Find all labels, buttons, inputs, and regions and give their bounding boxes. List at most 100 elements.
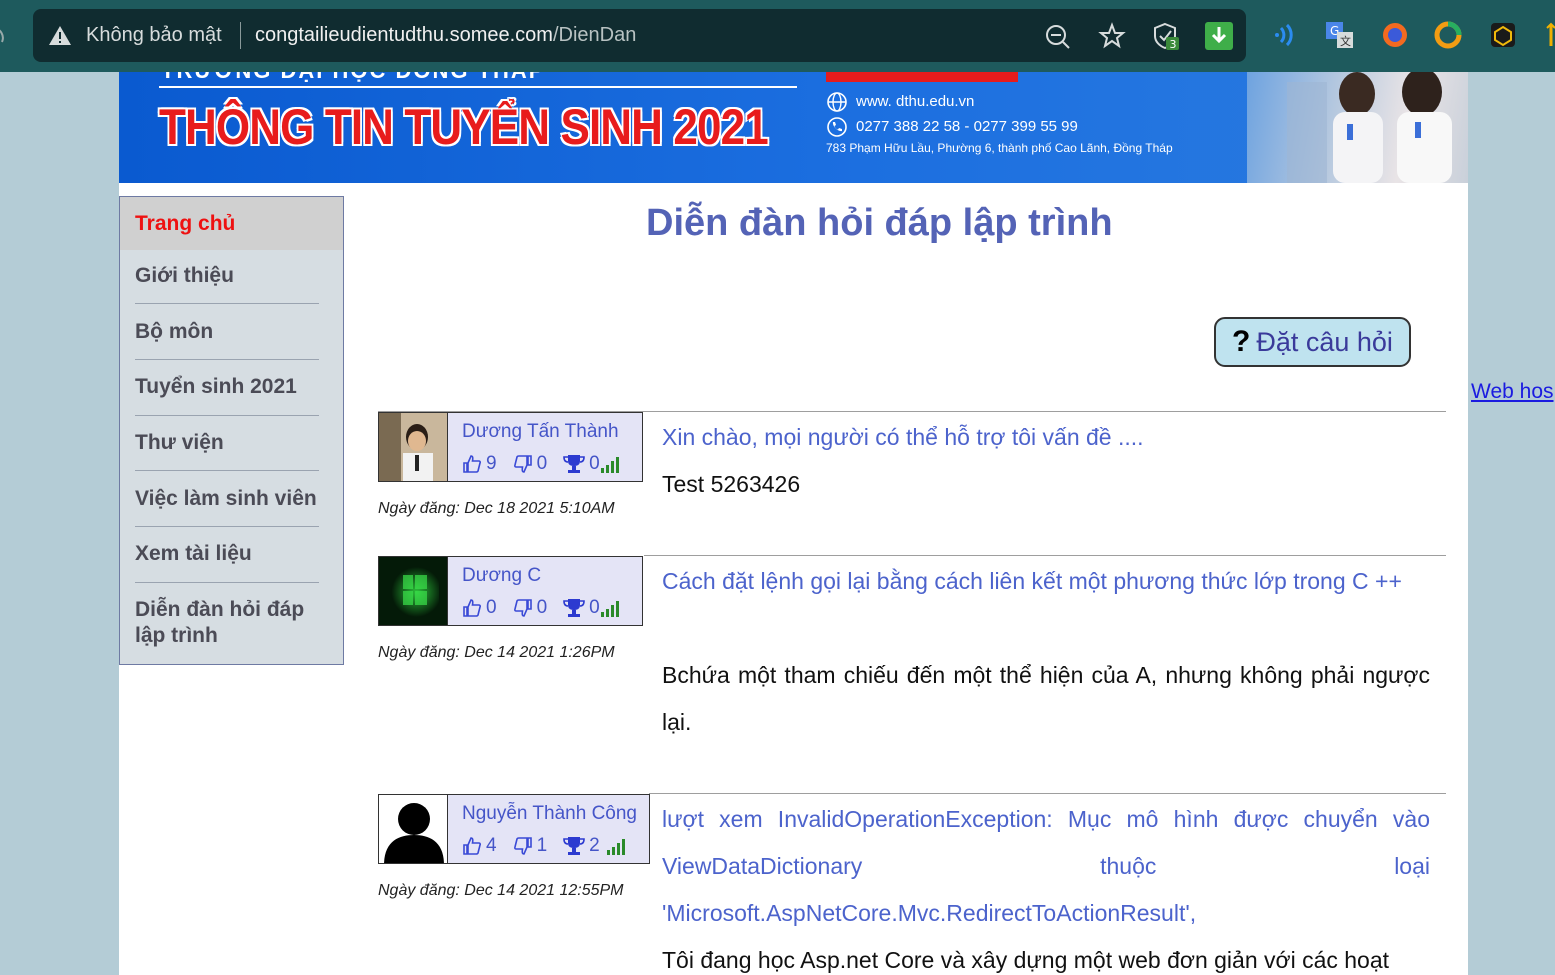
sidebar-nav: Trang chủ Giới thiệu Bộ môn Tuyển sinh 2… — [119, 196, 344, 665]
post-body: Test 5263426 — [662, 471, 801, 497]
thumbs-up-icon — [463, 599, 481, 617]
likes-count: 4 — [486, 835, 497, 856]
banner: TRƯỜNG ĐẠI HỌC ĐỒNG THÁP THÔNG TIN TUYỂN… — [119, 72, 1468, 183]
avatar[interactable] — [378, 556, 448, 626]
banner-address: 783 Phạm Hữu Lầu, Phường 6, thành phố Ca… — [826, 141, 1173, 155]
post-title[interactable]: Cách đặt lệnh gọi lại bằng cách liên kết… — [662, 558, 1430, 605]
likes-count: 0 — [486, 597, 497, 618]
author-name[interactable]: Nguyễn Thành Công — [462, 803, 637, 825]
sidebar-divider — [135, 359, 319, 360]
sidebar-divider — [135, 582, 319, 583]
banner-red-strip — [826, 72, 1018, 82]
sidebar-item-admissions[interactable]: Tuyển sinh 2021 — [120, 374, 343, 400]
shield-extension-icon[interactable]: 3 — [1151, 22, 1179, 50]
pin-extension-icon[interactable] — [1541, 20, 1555, 50]
trophy-stat: 0 — [563, 597, 626, 619]
trophy-icon — [563, 455, 585, 473]
avatar[interactable] — [378, 794, 448, 864]
user-info-box: Nguyễn Thành Công 4 1 2 — [447, 794, 650, 864]
post-divider — [649, 793, 1446, 794]
sidebar-item-library[interactable]: Thư viện — [120, 430, 343, 456]
reload-icon[interactable] — [0, 20, 6, 50]
user-stats: 9 0 0 — [462, 453, 626, 475]
cube-extension-icon[interactable] — [1488, 20, 1518, 50]
page-title: Diễn đàn hỏi đáp lập trình — [646, 202, 1113, 244]
url-host: congtailieudientudthu.somee.com — [255, 24, 553, 46]
sidebar-item-home[interactable]: Trang chủ — [120, 197, 343, 250]
default-avatar-icon — [379, 795, 447, 863]
chart-extension-icon[interactable] — [1433, 20, 1463, 50]
post-body: Bchứa một tham chiếu đến một thể hiện củ… — [662, 662, 1430, 735]
likes-stat[interactable]: 9 — [462, 453, 497, 475]
dislikes-stat[interactable]: 1 — [513, 835, 548, 857]
banner-school-name: TRƯỜNG ĐẠI HỌC ĐỒNG THÁP — [161, 72, 545, 84]
user-stats: 0 0 0 — [462, 597, 626, 619]
trophy-count: 0 — [589, 597, 600, 618]
signal-bars-icon — [600, 457, 619, 473]
trophy-count: 2 — [589, 835, 600, 856]
dislikes-count: 1 — [536, 835, 548, 856]
banner-divider — [159, 86, 797, 88]
signal-bars-icon — [600, 601, 619, 617]
globe-icon — [827, 92, 847, 112]
sidebar-item-jobs[interactable]: Việc làm sinh viên — [120, 486, 343, 512]
page-content: TRƯỜNG ĐẠI HỌC ĐỒNG THÁP THÔNG TIN TUYỂN… — [119, 72, 1468, 975]
likes-stat[interactable]: 4 — [462, 835, 497, 857]
translate-icon[interactable]: G文 — [1325, 20, 1355, 50]
sidebar-divider — [135, 415, 319, 416]
security-label[interactable]: Không bảo mật — [86, 24, 222, 47]
sidebar-item-documents[interactable]: Xem tài liệu — [120, 541, 343, 567]
banner-phone-text: 0277 388 22 58 - 0277 399 55 99 — [856, 117, 1078, 135]
likes-count: 9 — [486, 453, 497, 474]
trophy-icon — [563, 599, 585, 617]
zoom-out-icon[interactable] — [1043, 22, 1071, 50]
user-info-box: Dương C 0 0 0 — [447, 556, 643, 626]
web-hosting-link[interactable]: Web hos — [1471, 380, 1554, 404]
author-name[interactable]: Dương Tấn Thành — [462, 421, 619, 443]
thumbs-up-icon — [463, 455, 481, 473]
ask-question-label: Đặt câu hỏi — [1256, 326, 1393, 357]
banner-students-photo — [1247, 72, 1468, 183]
post-title[interactable]: lượt xem InvalidOperationException: Mục … — [662, 796, 1430, 937]
banner-website-text: www. dthu.edu.vn — [856, 92, 975, 110]
phone-icon — [827, 117, 847, 137]
ask-question-button[interactable]: ? Đặt câu hỏi — [1214, 317, 1411, 367]
divider — [240, 22, 241, 49]
thumbs-down-icon — [513, 837, 532, 855]
post-date: Ngày đăng: Dec 14 2021 1:26PM — [378, 644, 615, 661]
shield-badge: 3 — [1170, 38, 1177, 50]
browser-toolbar: Không bảo mật congtailieudientudthu.some… — [0, 0, 1555, 72]
author-name[interactable]: Dương C — [462, 565, 541, 587]
download-icon[interactable] — [1205, 22, 1233, 50]
thumbs-up-icon — [463, 837, 481, 855]
avatar-photo — [379, 557, 447, 625]
dislikes-count: 0 — [536, 453, 548, 474]
post-title[interactable]: Xin chào, mọi người có thể hỗ trợ tôi vấ… — [662, 414, 1430, 461]
trophy-stat: 0 — [563, 453, 626, 475]
address-bar[interactable]: Không bảo mật congtailieudientudthu.some… — [33, 9, 1246, 62]
trophy-stat: 2 — [563, 835, 632, 857]
thumbs-down-icon — [513, 599, 532, 617]
sidebar-item-about[interactable]: Giới thiệu — [120, 263, 343, 289]
dislikes-stat[interactable]: 0 — [513, 597, 547, 619]
likes-stat[interactable]: 0 — [462, 597, 497, 619]
avatar[interactable] — [378, 412, 448, 482]
sidebar-item-forum[interactable]: Diễn đàn hỏi đáp lập trình — [120, 597, 320, 649]
post-date: Ngày đăng: Dec 18 2021 5:10AM — [378, 500, 615, 517]
post-date: Ngày đăng: Dec 14 2021 12:55PM — [378, 882, 624, 899]
svg-text:文: 文 — [1340, 34, 1351, 48]
post-body: Tôi đang học Asp.net Core và xây dựng mộ… — [662, 947, 1390, 973]
sidebar-item-departments[interactable]: Bộ môn — [120, 319, 343, 345]
user-info-box: Dương Tấn Thành 9 0 0 — [447, 412, 643, 482]
wifi-extension-icon[interactable] — [1273, 20, 1303, 50]
warning-icon[interactable] — [48, 24, 72, 48]
dislikes-stat[interactable]: 0 — [513, 453, 548, 475]
banner-title: THÔNG TIN TUYỂN SINH 2021 — [159, 99, 769, 155]
post-divider — [644, 555, 1446, 556]
bookmark-star-icon[interactable] — [1098, 22, 1126, 50]
signal-bars-icon — [606, 839, 625, 855]
url-text[interactable]: congtailieudientudthu.somee.com/DienDan — [255, 24, 636, 47]
sidebar-divider — [135, 526, 319, 527]
sidebar-divider — [135, 470, 319, 471]
fox-extension-icon[interactable] — [1380, 20, 1410, 50]
